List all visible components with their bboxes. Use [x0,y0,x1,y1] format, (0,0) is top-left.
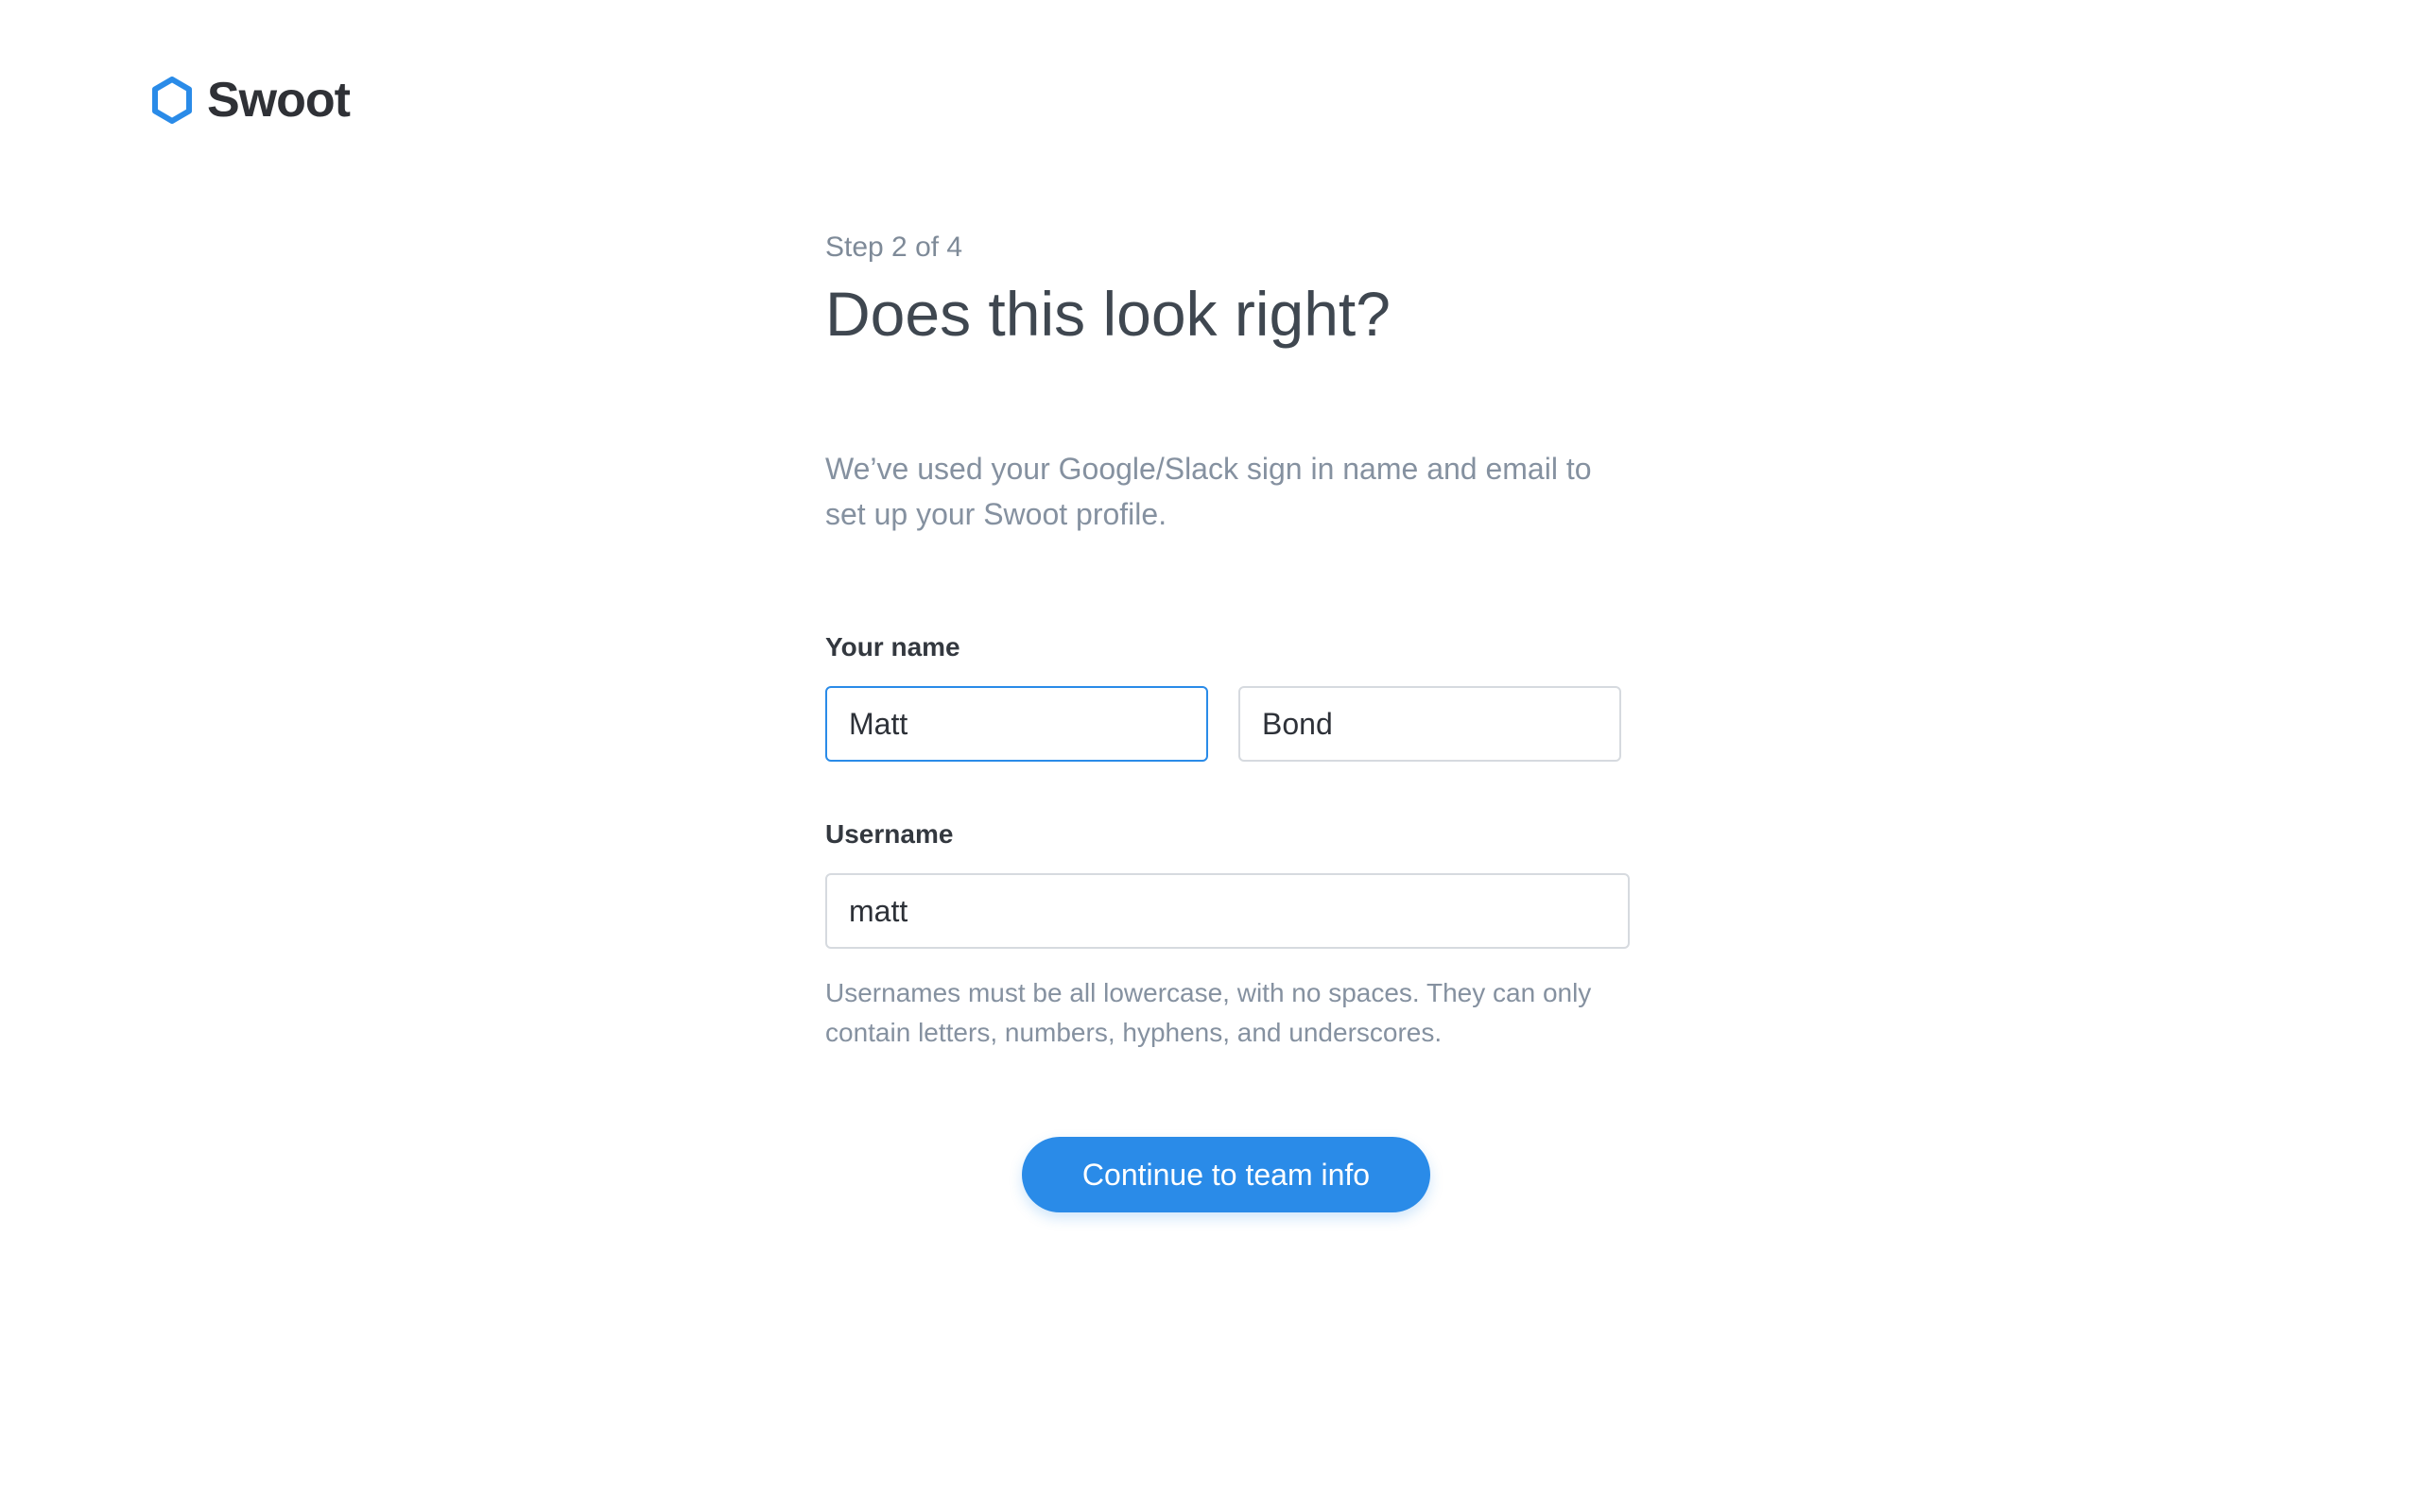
last-name-input[interactable] [1238,686,1621,762]
step-indicator: Step 2 of 4 [825,232,963,263]
brand-logo[interactable]: Swoot [151,73,351,128]
name-fields-row [825,686,1638,762]
username-hint: Usernames must be all lowercase, with no… [825,978,1592,1047]
page-title: Does this look right? [825,279,1391,349]
username-input[interactable] [825,873,1630,949]
username-label: Username [825,819,954,849]
onboarding-form-container: Step 2 of 4 Does this look right? We’ve … [825,231,1638,1053]
continue-button[interactable]: Continue to team info [1022,1137,1430,1212]
page-description: We’ve used your Google/Slack sign in nam… [825,452,1592,531]
first-name-input[interactable] [825,686,1208,762]
brand-name: Swoot [207,73,351,128]
signup-page: Swoot Step 2 of 4 Does this look right? … [0,0,2420,1512]
hexagon-logo-icon [152,77,192,124]
name-label: Your name [825,632,960,662]
